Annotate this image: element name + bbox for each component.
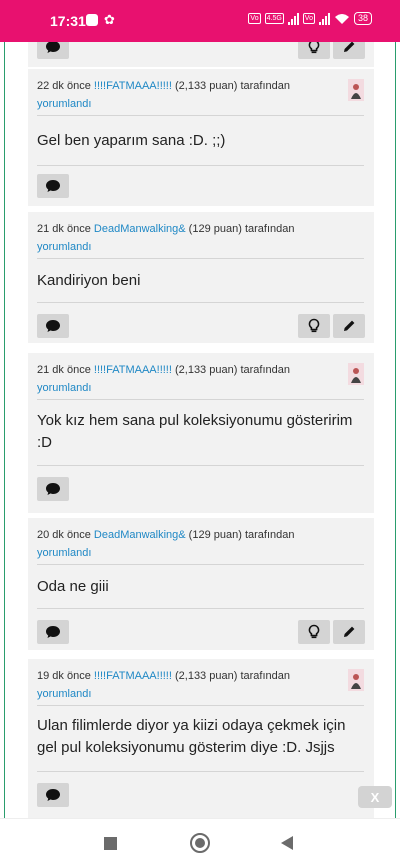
- network-type-label: 4.5G: [264, 13, 284, 24]
- divider: [37, 705, 364, 706]
- status-right-icons: Vo 4.5G Vo 38: [248, 12, 372, 25]
- comment-username[interactable]: !!!!FATMAAA!!!!!: [94, 670, 172, 682]
- avatar: [348, 363, 364, 385]
- status-bar: 17:31 ✿ Vo 4.5G Vo 38: [0, 0, 400, 42]
- app-notification-icon: [86, 14, 98, 26]
- divider: [37, 465, 364, 466]
- comment-username[interactable]: !!!!FATMAAA!!!!!: [94, 364, 172, 376]
- avatar: [348, 669, 364, 691]
- divider: [37, 302, 364, 303]
- signal-icon: [287, 12, 299, 25]
- back-button[interactable]: [281, 836, 293, 850]
- comment-suffix: tarafından: [244, 223, 295, 235]
- lightbulb-icon: [308, 42, 320, 54]
- divider: [37, 115, 364, 116]
- speech-bubble-icon: [46, 483, 60, 495]
- comment-action-link[interactable]: yorumlandı: [37, 688, 91, 700]
- edit-button[interactable]: [333, 42, 365, 59]
- reply-button[interactable]: [37, 477, 69, 501]
- comment-time: 21 dk önce: [37, 364, 91, 376]
- close-overlay-button[interactable]: X: [358, 786, 392, 808]
- avatar: [348, 79, 364, 101]
- right-rail: [395, 42, 396, 818]
- comment-time: 20 dk önce: [37, 529, 91, 541]
- hint-button[interactable]: [298, 42, 330, 59]
- edit-button[interactable]: [333, 314, 365, 338]
- speech-bubble-icon: [46, 789, 60, 801]
- comment-time: 22 dk önce: [37, 80, 91, 92]
- comment-meta: 20 dk önce DeadManwalking& (129 puan) ta…: [37, 526, 329, 562]
- speech-bubble-icon: [46, 626, 60, 638]
- edit-button[interactable]: [333, 620, 365, 644]
- comment-suffix: tarafından: [240, 364, 290, 376]
- volte-icon: Vo: [248, 13, 261, 24]
- comment-thread[interactable]: 22 dk önce !!!!FATMAAA!!!!! (2,133 puan)…: [0, 42, 400, 818]
- recent-apps-button[interactable]: [104, 837, 117, 850]
- battery-icon: 38: [353, 12, 372, 25]
- comment-meta: 22 dk önce !!!!FATMAAA!!!!! (2,133 puan)…: [37, 77, 329, 113]
- comment-username[interactable]: DeadManwalking&: [94, 529, 186, 541]
- comment-card: 22 dk önce !!!!FATMAAA!!!!! (2,133 puan)…: [28, 69, 374, 206]
- pencil-icon: [344, 626, 355, 637]
- comment-points: (129 puan): [188, 529, 242, 541]
- pencil-icon: [344, 320, 355, 331]
- comment-action-link[interactable]: yorumlandı: [37, 241, 91, 253]
- speech-bubble-icon: [46, 320, 60, 332]
- comment-time: 21 dk önce: [37, 223, 91, 235]
- comment-card: 21 dk önce DeadManwalking& (129 puan) ta…: [28, 212, 374, 343]
- comment-points: (2,133 puan): [174, 80, 238, 92]
- system-navigation-bar: [0, 818, 400, 866]
- comment-username[interactable]: !!!!FATMAAA!!!!!: [94, 80, 172, 92]
- lightbulb-icon: [308, 318, 320, 333]
- comment-suffix: tarafından: [244, 529, 295, 541]
- reply-button[interactable]: [37, 783, 69, 807]
- comment-meta: 21 dk önce DeadManwalking& (129 puan) ta…: [37, 220, 329, 256]
- speech-bubble-icon: [46, 180, 60, 192]
- divider: [37, 165, 364, 166]
- reply-button[interactable]: [37, 42, 69, 59]
- notification-icons: ✿: [86, 12, 115, 27]
- reply-button[interactable]: [37, 174, 69, 198]
- divider: [37, 399, 364, 400]
- home-button[interactable]: [190, 833, 210, 853]
- reply-button[interactable]: [37, 314, 69, 338]
- comment-time: 19 dk önce: [37, 670, 91, 682]
- comment-points: (129 puan): [188, 223, 242, 235]
- comment-meta: 19 dk önce !!!!FATMAAA!!!!! (2,133 puan)…: [37, 667, 329, 703]
- comment-text: Kandiriyon beni: [37, 272, 141, 289]
- comment-action-link[interactable]: yorumlandı: [37, 382, 91, 394]
- divider: [37, 771, 364, 772]
- comment-card-previous: [28, 42, 374, 67]
- comment-text: Gel ben yaparım sana :D. ;;): [37, 132, 226, 149]
- comment-card: 19 dk önce !!!!FATMAAA!!!!! (2,133 puan)…: [28, 659, 374, 818]
- lightbulb-icon: [308, 624, 320, 639]
- comment-card: 20 dk önce DeadManwalking& (129 puan) ta…: [28, 518, 374, 650]
- comment-points: (2,133 puan): [174, 364, 238, 376]
- volte-icon-2: Vo: [302, 13, 315, 24]
- gear-icon: ✿: [104, 12, 115, 27]
- comment-suffix: tarafından: [240, 80, 290, 92]
- divider: [37, 564, 364, 565]
- comment-points: (2,133 puan): [174, 670, 238, 682]
- comment-text: Ulan filimlerde diyor ya kiizi odaya çek…: [37, 717, 346, 756]
- status-time: 17:31: [50, 13, 86, 29]
- comment-text: Yok kız hem sana pul koleksiyonumu göste…: [37, 412, 353, 451]
- comment-card: 21 dk önce !!!!FATMAAA!!!!! (2,133 puan)…: [28, 353, 374, 513]
- comment-action-link[interactable]: yorumlandı: [37, 98, 91, 110]
- comment-meta: 21 dk önce !!!!FATMAAA!!!!! (2,133 puan)…: [37, 361, 329, 397]
- signal-icon-2: [318, 12, 330, 25]
- comment-username[interactable]: DeadManwalking&: [94, 223, 186, 235]
- wifi-icon: [334, 13, 349, 24]
- left-rail: [4, 42, 5, 818]
- comment-text: Oda ne giii: [37, 578, 109, 595]
- comment-suffix: tarafından: [240, 670, 290, 682]
- divider: [37, 258, 364, 259]
- speech-bubble-icon: [46, 42, 60, 53]
- pencil-icon: [344, 42, 355, 52]
- divider: [37, 608, 364, 609]
- comment-action-link[interactable]: yorumlandı: [37, 547, 91, 559]
- hint-button[interactable]: [298, 620, 330, 644]
- reply-button[interactable]: [37, 620, 69, 644]
- hint-button[interactable]: [298, 314, 330, 338]
